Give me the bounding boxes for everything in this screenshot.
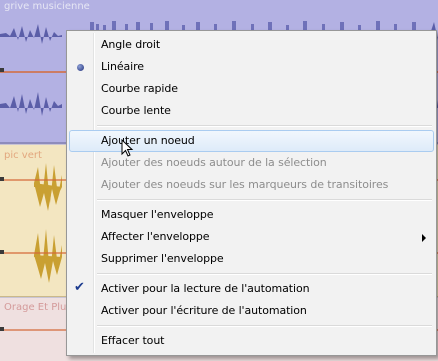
menu-item-masquer-enveloppe[interactable]: Masquer l'enveloppe [69,204,434,226]
menu-item-courbe-rapide[interactable]: Courbe rapide [69,78,434,100]
menu-item-supprimer-enveloppe[interactable]: Supprimer l'enveloppe [69,248,434,270]
menu-separator [97,325,432,327]
submenu-arrow-icon [422,234,426,242]
mouse-pointer-icon [121,139,134,157]
menu-separator [97,125,432,127]
menu-item-ajouter-noeuds-transitoires[interactable]: Ajouter des noeuds sur les marqueurs de … [69,174,434,196]
menu-item-effacer-tout[interactable]: Effacer tout [69,330,434,352]
menu-item-activer-lecture[interactable]: ✔ Activer pour la lecture de l'automatio… [69,278,434,300]
menu-item-angle-droit[interactable]: Angle droit [69,34,434,56]
menu-item-lineaire[interactable]: Linéaire [69,56,434,78]
menu-item-affecter-enveloppe[interactable]: Affecter l'enveloppe [69,226,434,248]
menu-item-activer-ecriture[interactable]: Activer pour l'écriture de l'automation [69,300,434,322]
checkmark-icon: ✔ [74,280,85,295]
radio-bullet-icon [77,64,84,71]
menu-separator [97,273,432,275]
menu-separator [97,199,432,201]
menu-item-courbe-lente[interactable]: Courbe lente [69,100,434,122]
envelope-context-menu: Angle droit Linéaire Courbe rapide Courb… [66,30,437,356]
